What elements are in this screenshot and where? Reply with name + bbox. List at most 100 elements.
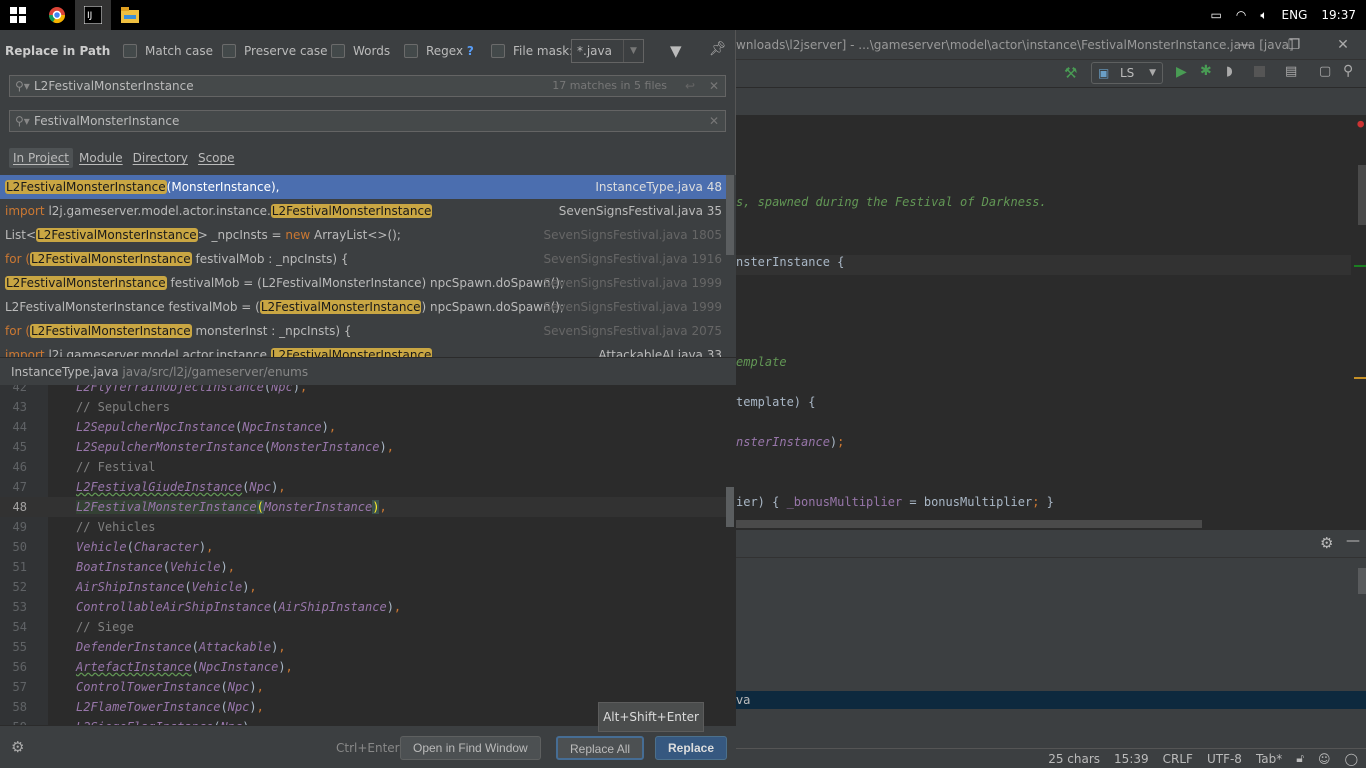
result-file: SevenSignsFestival.java 2075: [543, 324, 722, 338]
code-token: _bonusMultiplier: [786, 495, 903, 509]
preview-line: 46 // Festival: [0, 457, 726, 477]
preview-line: 50 Vehicle(Character),: [0, 537, 726, 557]
results-scrollbar[interactable]: [726, 175, 734, 255]
battery-icon[interactable]: ▭: [1211, 8, 1222, 22]
results-list[interactable]: L2FestivalMonsterInstance(MonsterInstanc…: [0, 175, 736, 357]
search-icon[interactable]: ⚲▾: [15, 76, 30, 96]
new-line-icon[interactable]: ↩: [685, 76, 695, 96]
chrome-icon[interactable]: [39, 0, 75, 30]
result-file: SevenSignsFestival.java 1999: [543, 300, 722, 314]
result-row[interactable]: for (L2FestivalMonsterInstance monsterIn…: [0, 319, 726, 343]
search-history-icon[interactable]: ⚲▾: [15, 111, 30, 131]
editor-scrollbar[interactable]: [1358, 165, 1366, 225]
result-row[interactable]: import l2j.gameserver.model.actor.instan…: [0, 343, 726, 357]
preview-line: 51 BoatInstance(Vehicle),: [0, 557, 726, 577]
enum-argument: Vehicle: [191, 580, 243, 594]
hide-icon[interactable]: —: [1346, 533, 1360, 549]
enum-argument: NpcInstance: [198, 660, 279, 674]
preserve-case-checkbox[interactable]: Preserve case: [222, 44, 328, 58]
replace-input[interactable]: ⚲▾ FestivalMonsterInstance ✕: [9, 110, 726, 132]
paren: (: [256, 500, 264, 514]
filter-icon[interactable]: ▼: [670, 42, 682, 60]
match-case-checkbox[interactable]: Match case: [123, 44, 213, 58]
result-file: InstanceType.java 48: [595, 180, 722, 194]
code-token: = bonusMultiplier: [902, 495, 1033, 509]
result-row[interactable]: L2FestivalMonsterInstance(MonsterInstanc…: [0, 175, 726, 199]
run-icon[interactable]: ▶: [1176, 64, 1187, 80]
regex-checkbox[interactable]: Regex ?: [404, 44, 474, 58]
selection-chars: 25 chars: [1048, 751, 1101, 766]
windows-start-icon[interactable]: [0, 0, 36, 30]
event-log-icon[interactable]: ◯: [1345, 752, 1358, 766]
stop-icon[interactable]: [1254, 66, 1265, 77]
close-icon[interactable]: ✕: [1320, 30, 1366, 60]
result-row[interactable]: L2FestivalMonsterInstance festivalMob = …: [0, 271, 726, 295]
comment: // Vehicles: [76, 520, 156, 534]
run-config-select[interactable]: LS ▣ ▼: [1091, 62, 1163, 84]
preview-scrollbar[interactable]: [726, 487, 734, 527]
clear-replace-icon[interactable]: ✕: [709, 111, 719, 131]
build-hammer-icon[interactable]: ⚒: [1064, 64, 1077, 82]
code-token: nsterInstance: [736, 435, 830, 449]
words-checkbox[interactable]: Words: [331, 44, 390, 58]
result-row[interactable]: List<L2FestivalMonsterInstance> _npcInst…: [0, 223, 726, 247]
coverage-icon[interactable]: ◗: [1226, 64, 1233, 79]
open-in-find-window-button[interactable]: Open in Find Window: [400, 736, 541, 760]
file-explorer-icon[interactable]: [112, 0, 148, 30]
minimize-icon[interactable]: —: [1222, 30, 1268, 60]
gear-icon[interactable]: ⚙: [1320, 534, 1333, 552]
line-number: 56: [12, 660, 27, 674]
code-preview[interactable]: 42 L2FlyTerrainObjectInstance(Npc), 43// S…: [0, 385, 736, 725]
search-everywhere-icon[interactable]: ⚲: [1343, 63, 1353, 79]
clear-search-icon[interactable]: ✕: [709, 76, 719, 96]
result-text: new: [285, 228, 315, 242]
status-bar: 25 chars 15:39 CRLF UTF-8 Tab* 🔓︎ ☺ ◯: [736, 748, 1366, 768]
project-structure-icon[interactable]: ▤: [1285, 64, 1297, 79]
paren: ): [220, 560, 228, 574]
enum-constant: L2FlyTerrainObjectInstance: [76, 385, 264, 394]
file-mask-select[interactable]: *.java ▼: [571, 39, 644, 63]
result-text: L2FestivalMonsterInstance festivalMob = …: [5, 300, 260, 314]
replace-all-button[interactable]: Replace All: [556, 736, 645, 760]
scope-tab-scope[interactable]: Scope: [194, 148, 239, 168]
paren: ): [198, 540, 207, 554]
inspector-icon[interactable]: ☺: [1318, 752, 1331, 766]
lock-icon[interactable]: 🔓︎: [1296, 751, 1304, 766]
result-file: SevenSignsFestival.java 1805: [543, 228, 722, 242]
search-input[interactable]: ⚲▾ L2FestivalMonsterInstance 17 matches …: [9, 75, 726, 97]
encoding[interactable]: UTF-8: [1207, 752, 1242, 766]
comma: ,: [256, 700, 264, 714]
terminal-icon[interactable]: ▢: [1319, 64, 1331, 79]
panel-scrollbar[interactable]: [1358, 568, 1366, 594]
words-label: Words: [353, 44, 391, 58]
file-mask-value: *.java: [577, 44, 612, 58]
settings-gear-icon[interactable]: ⚙: [11, 738, 24, 756]
caret-position[interactable]: 15:39: [1114, 752, 1149, 766]
result-row[interactable]: for (L2FestivalMonsterInstance festivalM…: [0, 247, 726, 271]
clock[interactable]: 19:37: [1321, 8, 1356, 22]
debug-icon[interactable]: ✱: [1200, 63, 1212, 79]
comma: ,: [393, 600, 402, 614]
error-indicator-icon[interactable]: ●: [1357, 117, 1364, 130]
line-code: L2FestivalMonsterInstance(MonsterInstanc…: [76, 497, 387, 517]
indent[interactable]: Tab*: [1256, 752, 1282, 766]
language-indicator[interactable]: ENG: [1282, 8, 1308, 22]
volume-icon[interactable]: 🔈︎: [1260, 8, 1267, 23]
result-row[interactable]: import l2j.gameserver.model.actor.instan…: [0, 199, 726, 223]
file-mask-checkbox[interactable]: File mask:: [491, 44, 573, 58]
pin-icon[interactable]: 📌︎: [709, 41, 727, 57]
replace-button[interactable]: Replace: [655, 736, 728, 760]
wifi-icon[interactable]: ◠: [1236, 8, 1246, 22]
horizontal-scrollbar[interactable]: [736, 520, 1202, 528]
line-separator[interactable]: CRLF: [1163, 752, 1193, 766]
intellij-icon[interactable]: IJ: [75, 0, 111, 30]
enum-constant: AirShipInstance: [76, 580, 185, 594]
scope-tab-module[interactable]: Module: [75, 148, 127, 168]
code-editor[interactable]: ● s, spawned during the Festival of Dark…: [736, 115, 1366, 530]
scope-tab-directory[interactable]: Directory: [129, 148, 192, 168]
scope-tab-in-project[interactable]: In Project: [9, 148, 74, 168]
regex-help-link[interactable]: ?: [467, 44, 474, 58]
restore-icon[interactable]: ❐: [1271, 30, 1317, 60]
match-count: 17 matches in 5 files: [552, 79, 667, 92]
result-row[interactable]: L2FestivalMonsterInstance festivalMob = …: [0, 295, 726, 319]
